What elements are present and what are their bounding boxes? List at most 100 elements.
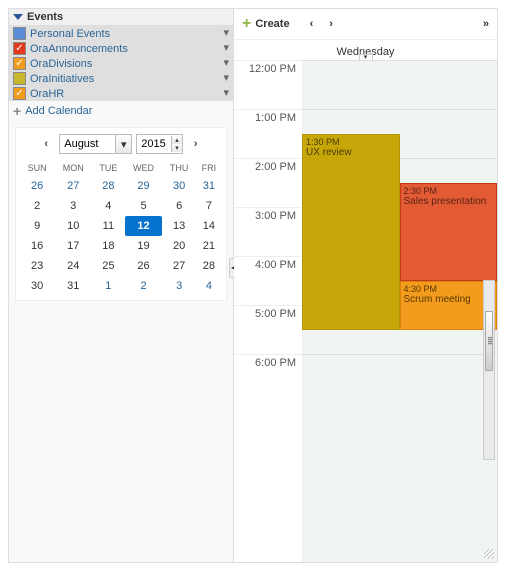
mini-cal-day[interactable]: 26	[125, 256, 163, 276]
calendar-checkbox[interactable]: ✓	[13, 57, 26, 70]
plus-icon: +	[13, 103, 21, 119]
calendar-menu-icon[interactable]: ▾	[223, 58, 229, 69]
time-label: 5:00 PM	[234, 305, 302, 354]
year-select[interactable]: ▴ ▾	[136, 134, 183, 154]
year-down-icon[interactable]: ▾	[172, 144, 182, 152]
events-title: Events	[27, 11, 63, 23]
mini-cal-day[interactable]: 21	[196, 236, 222, 256]
mini-cal-day[interactable]: 3	[54, 196, 92, 216]
scrollbar-grip-icon	[488, 337, 492, 345]
time-label: 3:00 PM	[234, 207, 302, 256]
mini-cal-day[interactable]: 19	[125, 236, 163, 256]
mini-cal-day[interactable]: 11	[92, 216, 124, 236]
mini-cal-day[interactable]: 25	[92, 256, 124, 276]
time-label: 1:00 PM	[234, 109, 302, 158]
mini-cal-day[interactable]: 23	[20, 256, 54, 276]
mini-cal-day[interactable]: 4	[92, 196, 124, 216]
calendar-label[interactable]: OraHR	[30, 88, 223, 100]
year-up-icon[interactable]: ▴	[172, 136, 182, 144]
month-select[interactable]: ▾	[59, 134, 132, 154]
resize-grip-icon[interactable]	[484, 549, 494, 559]
add-calendar[interactable]: + Add Calendar	[9, 101, 233, 121]
mini-cal-day[interactable]: 28	[92, 176, 124, 196]
add-calendar-label: Add Calendar	[25, 105, 92, 117]
mini-cal-day[interactable]: 30	[162, 176, 195, 196]
calendar-checkbox[interactable]: ✓	[13, 42, 26, 55]
mini-cal-day[interactable]: 28	[196, 256, 222, 276]
time-slot[interactable]	[302, 60, 497, 109]
mini-cal-day[interactable]: 31	[54, 276, 92, 296]
next-month-button[interactable]: ›	[187, 135, 205, 153]
calendar-menu-icon[interactable]: ▾	[223, 73, 229, 84]
calendar-label[interactable]: Personal Events	[30, 28, 223, 40]
time-slot[interactable]	[302, 354, 497, 403]
calendar-item[interactable]: Personal Events▾	[9, 26, 233, 41]
calendar-checkbox[interactable]: ✓	[13, 87, 26, 100]
event-title: UX review	[306, 147, 396, 158]
mini-cal-day[interactable]: 31	[196, 176, 222, 196]
mini-cal-day[interactable]: 13	[162, 216, 195, 236]
calendar-menu-icon[interactable]: ▾	[223, 43, 229, 54]
calendar-label[interactable]: OraAnnouncements	[30, 43, 223, 55]
calendar-item[interactable]: ✓ OraAnnouncements▾	[9, 41, 233, 56]
mini-cal-day[interactable]: 16	[20, 236, 54, 256]
mini-cal-day[interactable]: 4	[196, 276, 222, 296]
calendar-item[interactable]: OraInitiatives▾	[9, 71, 233, 86]
mini-cal-dow: SUN	[20, 160, 54, 176]
mini-cal-day[interactable]: 9	[20, 216, 54, 236]
mini-cal-day[interactable]: 17	[54, 236, 92, 256]
mini-cal-day[interactable]: 6	[162, 196, 195, 216]
calendar-checkbox[interactable]	[13, 72, 26, 85]
time-label: 12:00 PM	[234, 60, 302, 109]
mini-calendar-grid: SUNMONTUEWEDTHUFRI 262728293031234567910…	[20, 160, 222, 296]
collapse-icon	[13, 14, 23, 20]
mini-cal-dow: WED	[125, 160, 163, 176]
calendar-checkbox[interactable]	[13, 27, 26, 40]
mini-cal-day[interactable]: 27	[54, 176, 92, 196]
create-label: Create	[255, 18, 289, 30]
mini-cal-day[interactable]: 26	[20, 176, 54, 196]
calendar-label[interactable]: OraDivisions	[30, 58, 223, 70]
mini-cal-day[interactable]: 18	[92, 236, 124, 256]
next-day-button[interactable]: ›	[329, 18, 333, 30]
calendar-menu-icon[interactable]: ▾	[223, 28, 229, 39]
year-input[interactable]	[137, 136, 171, 152]
mini-cal-dow: TUE	[92, 160, 124, 176]
events-header[interactable]: Events	[9, 9, 233, 26]
calendar-item[interactable]: ✓ OraDivisions▾	[9, 56, 233, 71]
create-button[interactable]: + Create	[242, 15, 290, 33]
mini-cal-day[interactable]: 7	[196, 196, 222, 216]
scrollbar-thumb[interactable]	[485, 311, 493, 371]
mini-cal-day[interactable]: 12	[125, 216, 163, 236]
mini-cal-day[interactable]: 5	[125, 196, 163, 216]
mini-cal-day[interactable]: 10	[54, 216, 92, 236]
mini-cal-day[interactable]: 2	[20, 196, 54, 216]
mini-cal-dow: MON	[54, 160, 92, 176]
mini-cal-day[interactable]: 30	[20, 276, 54, 296]
event-time: 1:30 PM	[306, 137, 396, 147]
calendar-event[interactable]: 1:30 PMUX review	[302, 134, 400, 330]
calendar-menu-icon[interactable]: ▾	[223, 88, 229, 99]
mini-cal-day[interactable]: 20	[162, 236, 195, 256]
prev-month-button[interactable]: ‹	[37, 135, 55, 153]
prev-day-button[interactable]: ‹	[310, 18, 314, 30]
calendar-event[interactable]: 2:30 PMSales presentation	[400, 183, 498, 281]
calendar-label[interactable]: OraInitiatives	[30, 73, 223, 85]
event-time: 2:30 PM	[404, 186, 494, 196]
time-label: 6:00 PM	[234, 354, 302, 403]
month-dropdown-icon[interactable]: ▾	[115, 135, 131, 153]
mini-cal-day[interactable]: 3	[162, 276, 195, 296]
calendar-item[interactable]: ✓ OraHR▾	[9, 86, 233, 101]
mini-cal-day[interactable]: 27	[162, 256, 195, 276]
mini-cal-dow: FRI	[196, 160, 222, 176]
plus-icon: +	[242, 15, 251, 33]
day-header: Wednesday ▾	[234, 40, 497, 60]
mini-cal-day[interactable]: 29	[125, 176, 163, 196]
mini-cal-day[interactable]: 2	[125, 276, 163, 296]
mini-cal-day[interactable]: 14	[196, 216, 222, 236]
mini-cal-day[interactable]: 24	[54, 256, 92, 276]
more-button[interactable]: »	[483, 18, 489, 30]
mini-cal-day[interactable]: 1	[92, 276, 124, 296]
month-input[interactable]	[60, 136, 115, 152]
scrollbar[interactable]	[483, 280, 495, 460]
